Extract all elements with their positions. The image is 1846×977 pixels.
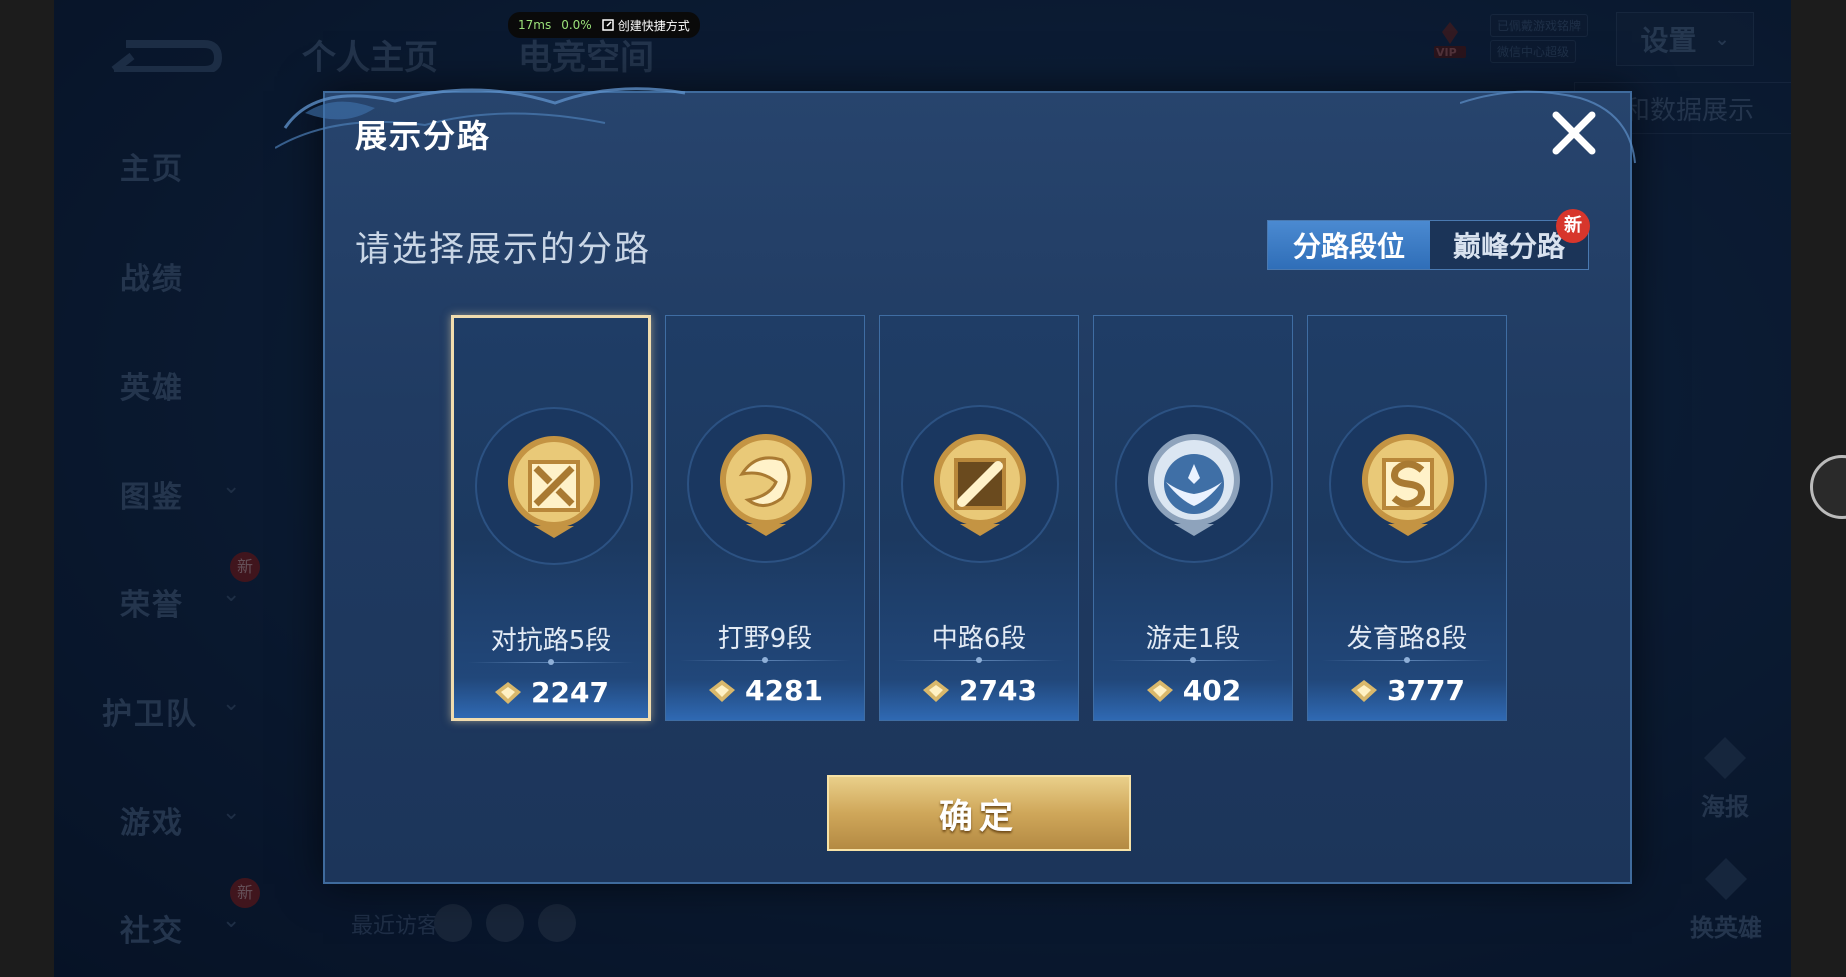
nav-guard-team[interactable]: 护卫队 (102, 689, 198, 733)
divider-dot (548, 659, 554, 665)
tab-profile[interactable]: 个人主页 (302, 30, 438, 79)
swap-hero-button[interactable]: 换英雄 (1681, 856, 1771, 943)
performance-overlay: 17ms 0.0% 创建快捷方式 (508, 12, 700, 38)
shortcut-icon (601, 19, 614, 31)
chevron-down-icon: ⌄ (222, 582, 241, 607)
new-badge: 新 (230, 878, 260, 908)
power-icon (495, 681, 522, 704)
nav-heroes[interactable]: 英雄 (120, 363, 184, 407)
power-icon (1146, 679, 1173, 702)
settings-button[interactable]: 设置 ⌄ (1616, 12, 1754, 66)
nav-handbook[interactable]: 图鉴 (120, 472, 184, 516)
new-badge: 新 (230, 552, 260, 582)
lane-name: 打野9段 (717, 624, 813, 654)
nav-game[interactable]: 游戏 (120, 798, 184, 842)
tab-lane-rank[interactable]: 分路段位 (1268, 221, 1430, 269)
avatar[interactable] (538, 904, 576, 942)
divider-dot (1404, 657, 1410, 663)
bow-emblem-icon (1328, 404, 1488, 564)
create-shortcut-button[interactable]: 创建快捷方式 (601, 17, 690, 34)
lane-score: 3777 (1308, 674, 1506, 707)
confirm-button[interactable]: 确定 (827, 775, 1131, 851)
dialog-title: 展示分路 (355, 117, 492, 155)
chevron-down-icon: ⌄ (222, 474, 241, 499)
loss-readout: 0.0% (561, 18, 592, 32)
poster-icon (1704, 737, 1746, 779)
nameplate-chip: 已佩戴游戏铭牌 (1490, 14, 1589, 37)
nav-records[interactable]: 战绩 (120, 254, 184, 298)
lane-display-dialog: 展示分路 请选择展示的分路 分路段位 巅峰分路 新 对抗路5段 2247 打野9… (275, 87, 1636, 884)
power-icon (923, 679, 950, 702)
floating-assistant-ball[interactable] (1810, 455, 1846, 519)
close-icon[interactable] (1548, 107, 1600, 159)
nav-social[interactable]: 社交 (120, 906, 184, 950)
lane-mode-switch: 分路段位 巅峰分路 新 (1267, 209, 1590, 270)
divider-dot (1190, 657, 1196, 663)
poster-button[interactable]: 海报 (1690, 735, 1760, 822)
lane-card-mid[interactable]: 中路6段 2743 (879, 315, 1079, 721)
dialog-subtitle: 请选择展示的分路 (355, 230, 652, 270)
divider-dot (762, 657, 768, 663)
wings-emblem-icon (1114, 404, 1274, 564)
lane-name: 发育路8段 (1346, 624, 1468, 654)
lane-card-jungle[interactable]: 打野9段 4281 (665, 315, 865, 721)
avatar[interactable] (434, 904, 472, 942)
lane-card-farm[interactable]: 发育路8段 3777 (1307, 315, 1507, 721)
lane-card-roam[interactable]: 游走1段 402 (1093, 315, 1293, 721)
game-viewport: 个人主页 电竞空间 主页 战绩 英雄 图鉴 ⌄ 荣誉 新 ⌄ 护卫队 ⌄ 游戏 … (54, 0, 1791, 977)
nav-honor[interactable]: 荣誉 (120, 580, 184, 624)
vip-icon: VIP (1432, 20, 1468, 60)
back-arrow-icon[interactable] (106, 30, 226, 72)
avatar[interactable] (486, 904, 524, 942)
power-icon (1351, 679, 1378, 702)
nav-home[interactable]: 主页 (120, 144, 184, 188)
power-icon (709, 679, 736, 702)
wand-emblem-icon (900, 404, 1060, 564)
lane-score: 4281 (666, 674, 864, 707)
chevron-down-icon: ⌄ (222, 908, 241, 933)
lane-name: 中路6段 (931, 624, 1027, 654)
new-badge: 新 (1556, 209, 1590, 243)
chevron-down-icon: ⌄ (222, 691, 241, 716)
dragon-emblem-icon (686, 404, 846, 564)
chevron-down-icon: ⌄ (1714, 28, 1730, 50)
lane-name: 对抗路5段 (490, 626, 612, 656)
latency-readout: 17ms (518, 18, 552, 32)
lane-score: 2247 (454, 676, 648, 709)
chevron-down-icon: ⌄ (222, 800, 241, 825)
lane-score: 402 (1094, 674, 1292, 707)
swap-hero-icon (1705, 858, 1747, 900)
lane-score: 2743 (880, 674, 1078, 707)
sword-emblem-icon (474, 406, 634, 566)
divider-dot (976, 657, 982, 663)
lane-name: 游走1段 (1145, 624, 1241, 654)
lane-card-top[interactable]: 对抗路5段 2247 (451, 315, 651, 721)
wechat-chip: 微信中心超级 (1490, 40, 1577, 63)
